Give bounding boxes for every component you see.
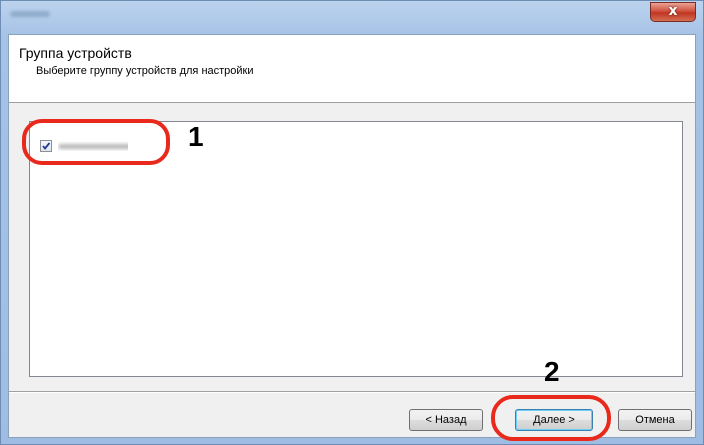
wizard-header: Группа устройств Выберите группу устройс… xyxy=(9,35,695,103)
callout-highlight-next xyxy=(491,395,611,441)
callout-number-2: 2 xyxy=(544,356,560,387)
title-bar[interactable]: x xyxy=(1,1,703,34)
window-title-blurred xyxy=(10,11,50,17)
close-button[interactable]: x xyxy=(650,2,696,22)
wizard-client-area: Группа устройств Выберите группу устройс… xyxy=(8,34,696,438)
cancel-button[interactable]: Отмена xyxy=(618,409,692,431)
callout-highlight-checkbox xyxy=(22,119,170,165)
dialog-window: x Группа устройств Выберите группу устро… xyxy=(0,0,704,445)
close-icon: x xyxy=(668,3,678,19)
page-title: Группа устройств xyxy=(19,45,132,61)
page-subtitle: Выберите группу устройств для настройки xyxy=(36,65,254,77)
footer-separator xyxy=(9,391,695,393)
callout-number-1: 1 xyxy=(188,121,204,152)
back-button[interactable]: < Назад xyxy=(409,409,483,431)
